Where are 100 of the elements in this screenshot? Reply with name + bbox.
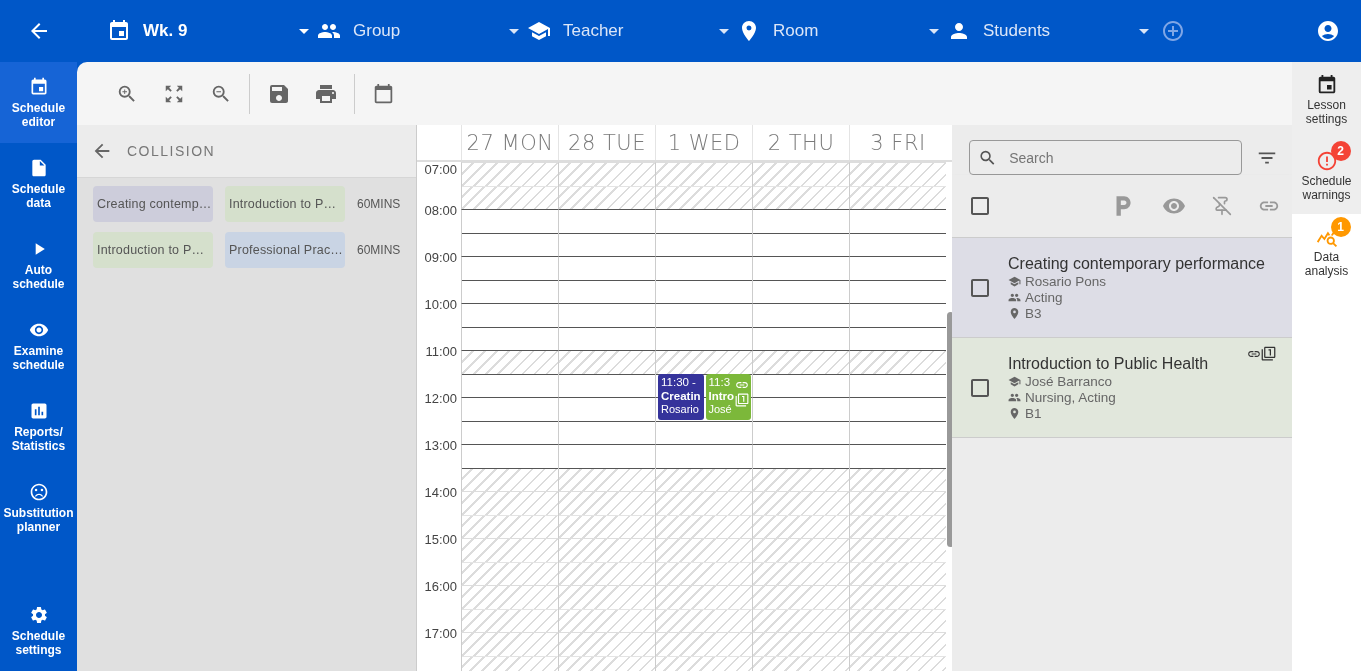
teacher-name: José Barranco bbox=[1025, 373, 1113, 389]
time-slot[interactable] bbox=[752, 397, 849, 444]
sidebar-item[interactable]: Schedule data bbox=[0, 143, 77, 224]
lesson-chip[interactable]: Introduction to P… bbox=[93, 231, 213, 268]
time-slot[interactable] bbox=[752, 209, 849, 256]
time-label: 14:00 bbox=[424, 485, 457, 500]
time-label: 15:00 bbox=[424, 532, 457, 547]
filter-dropdown[interactable]: Room bbox=[737, 19, 947, 43]
collision-title: COLLISION bbox=[127, 143, 216, 159]
lesson-chip[interactable]: Creating contemp… bbox=[93, 185, 213, 222]
filter-label: Teacher bbox=[563, 21, 625, 41]
checkbox[interactable] bbox=[968, 194, 992, 218]
time-label: 12:00 bbox=[424, 391, 457, 406]
time-slot[interactable] bbox=[461, 209, 558, 256]
time-slot[interactable] bbox=[849, 303, 946, 350]
sidebar-item[interactable]: Auto schedule bbox=[0, 224, 77, 305]
location-pin-icon bbox=[1008, 406, 1021, 420]
time-slot[interactable] bbox=[558, 209, 655, 256]
settings-icon bbox=[28, 604, 49, 625]
lesson-event[interactable]: 11:30 - Creatin Rosario bbox=[658, 374, 704, 420]
count-badge: 1 bbox=[1330, 217, 1351, 237]
time-slot[interactable] bbox=[849, 350, 946, 397]
numbered-box-icon bbox=[1261, 346, 1276, 361]
sidebar-item[interactable]: Reports/ Statistics bbox=[0, 386, 77, 467]
graduation-cap-icon bbox=[1008, 274, 1021, 288]
time-label: 11:00 bbox=[425, 344, 457, 359]
caret-icon bbox=[929, 28, 939, 34]
sidebar-item[interactable]: Schedule settings bbox=[0, 590, 77, 671]
time-slot[interactable] bbox=[655, 256, 752, 303]
filter-dropdown[interactable]: Group bbox=[317, 19, 527, 43]
filter-label: Wk. 9 bbox=[143, 21, 189, 41]
time-label: 09:00 bbox=[424, 250, 457, 265]
search-field[interactable]: Search bbox=[969, 140, 1242, 175]
time-slot[interactable] bbox=[655, 303, 752, 350]
time-slot[interactable] bbox=[752, 256, 849, 303]
caret-icon bbox=[1139, 28, 1149, 34]
day-header: 2 THU bbox=[752, 125, 849, 160]
account-icon[interactable] bbox=[1316, 19, 1340, 43]
group-name: Acting bbox=[1025, 289, 1063, 305]
sidebar-item[interactable]: Examine schedule bbox=[0, 305, 77, 386]
sidebar-item[interactable]: Substitution planner bbox=[0, 467, 77, 548]
lesson-card[interactable]: Introduction to Public Health José Barranco Nursing, Acting B1 bbox=[952, 338, 1292, 438]
time-slot[interactable] bbox=[752, 444, 849, 491]
time-slot[interactable] bbox=[461, 444, 558, 491]
time-label: 08:00 bbox=[424, 203, 457, 218]
duration: 60MINS bbox=[357, 196, 401, 211]
time-slot[interactable] bbox=[558, 350, 655, 397]
time-slot[interactable] bbox=[558, 444, 655, 491]
calendar-icon[interactable] bbox=[373, 83, 394, 104]
filter-label: Group bbox=[353, 21, 402, 41]
side-panel-tab[interactable]: 2 Schedule warnings bbox=[1292, 138, 1361, 214]
caret-icon bbox=[509, 28, 519, 34]
sad-face-icon bbox=[28, 481, 49, 502]
time-slot[interactable] bbox=[655, 444, 752, 491]
room-name: B1 bbox=[1025, 405, 1042, 421]
time-slot[interactable] bbox=[461, 303, 558, 350]
time-slot[interactable] bbox=[461, 397, 558, 444]
room-name: B3 bbox=[1025, 305, 1042, 321]
caret-icon bbox=[719, 28, 729, 34]
graduation-cap-icon bbox=[1008, 374, 1021, 388]
day-header: 1 WED bbox=[655, 125, 752, 160]
day-header: 28 TUE bbox=[558, 125, 655, 160]
lesson-card[interactable]: Creating contemporary performance Rosario Pons Acting B3 bbox=[952, 238, 1292, 338]
lesson-chip[interactable]: Introduction to P… bbox=[225, 185, 345, 222]
time-slot[interactable] bbox=[849, 256, 946, 303]
calendar-icon bbox=[107, 19, 131, 43]
time-label: 16:00 bbox=[424, 579, 457, 594]
time-slot[interactable] bbox=[655, 209, 752, 256]
filter-dropdown[interactable]: Wk. 9 bbox=[107, 19, 317, 43]
day-header: 27 MON bbox=[461, 125, 558, 160]
sidebar-item[interactable]: Schedule editor bbox=[0, 62, 77, 143]
time-slot[interactable] bbox=[461, 256, 558, 303]
warning-icon bbox=[1315, 150, 1338, 172]
lesson-chip[interactable]: Professional Prac… bbox=[225, 231, 345, 268]
time-label: 10:00 bbox=[424, 297, 457, 312]
group-name: Nursing, Acting bbox=[1025, 389, 1116, 405]
time-slot[interactable] bbox=[849, 444, 946, 491]
count-badge: 2 bbox=[1330, 141, 1351, 161]
time-slot[interactable] bbox=[558, 256, 655, 303]
filter-label: Students bbox=[983, 21, 1052, 41]
time-slot[interactable] bbox=[558, 397, 655, 444]
time-slot[interactable] bbox=[752, 303, 849, 350]
filter-label: Room bbox=[773, 21, 820, 41]
time-slot[interactable] bbox=[752, 350, 849, 397]
time-slot[interactable] bbox=[849, 209, 946, 256]
time-slot[interactable] bbox=[849, 397, 946, 444]
filter-dropdown[interactable]: Students bbox=[947, 19, 1157, 43]
duration: 60MINS bbox=[357, 242, 401, 257]
filter-dropdown[interactable]: Teacher bbox=[527, 19, 737, 43]
caret-icon bbox=[299, 28, 309, 34]
time-label: 07:00 bbox=[424, 162, 457, 177]
day-header: 3 FRI bbox=[849, 125, 946, 160]
scrollbar-thumb[interactable] bbox=[947, 312, 952, 547]
search-input[interactable]: Search bbox=[1007, 148, 1233, 167]
location-pin-icon bbox=[1008, 306, 1021, 320]
time-slot[interactable] bbox=[461, 350, 558, 397]
time-slot[interactable] bbox=[558, 303, 655, 350]
lesson-title: Introduction to Public Health bbox=[1008, 354, 1209, 373]
side-panel-tab[interactable]: Lesson settings bbox=[1292, 62, 1361, 138]
lesson-title: Creating contemporary performance bbox=[1008, 254, 1265, 273]
